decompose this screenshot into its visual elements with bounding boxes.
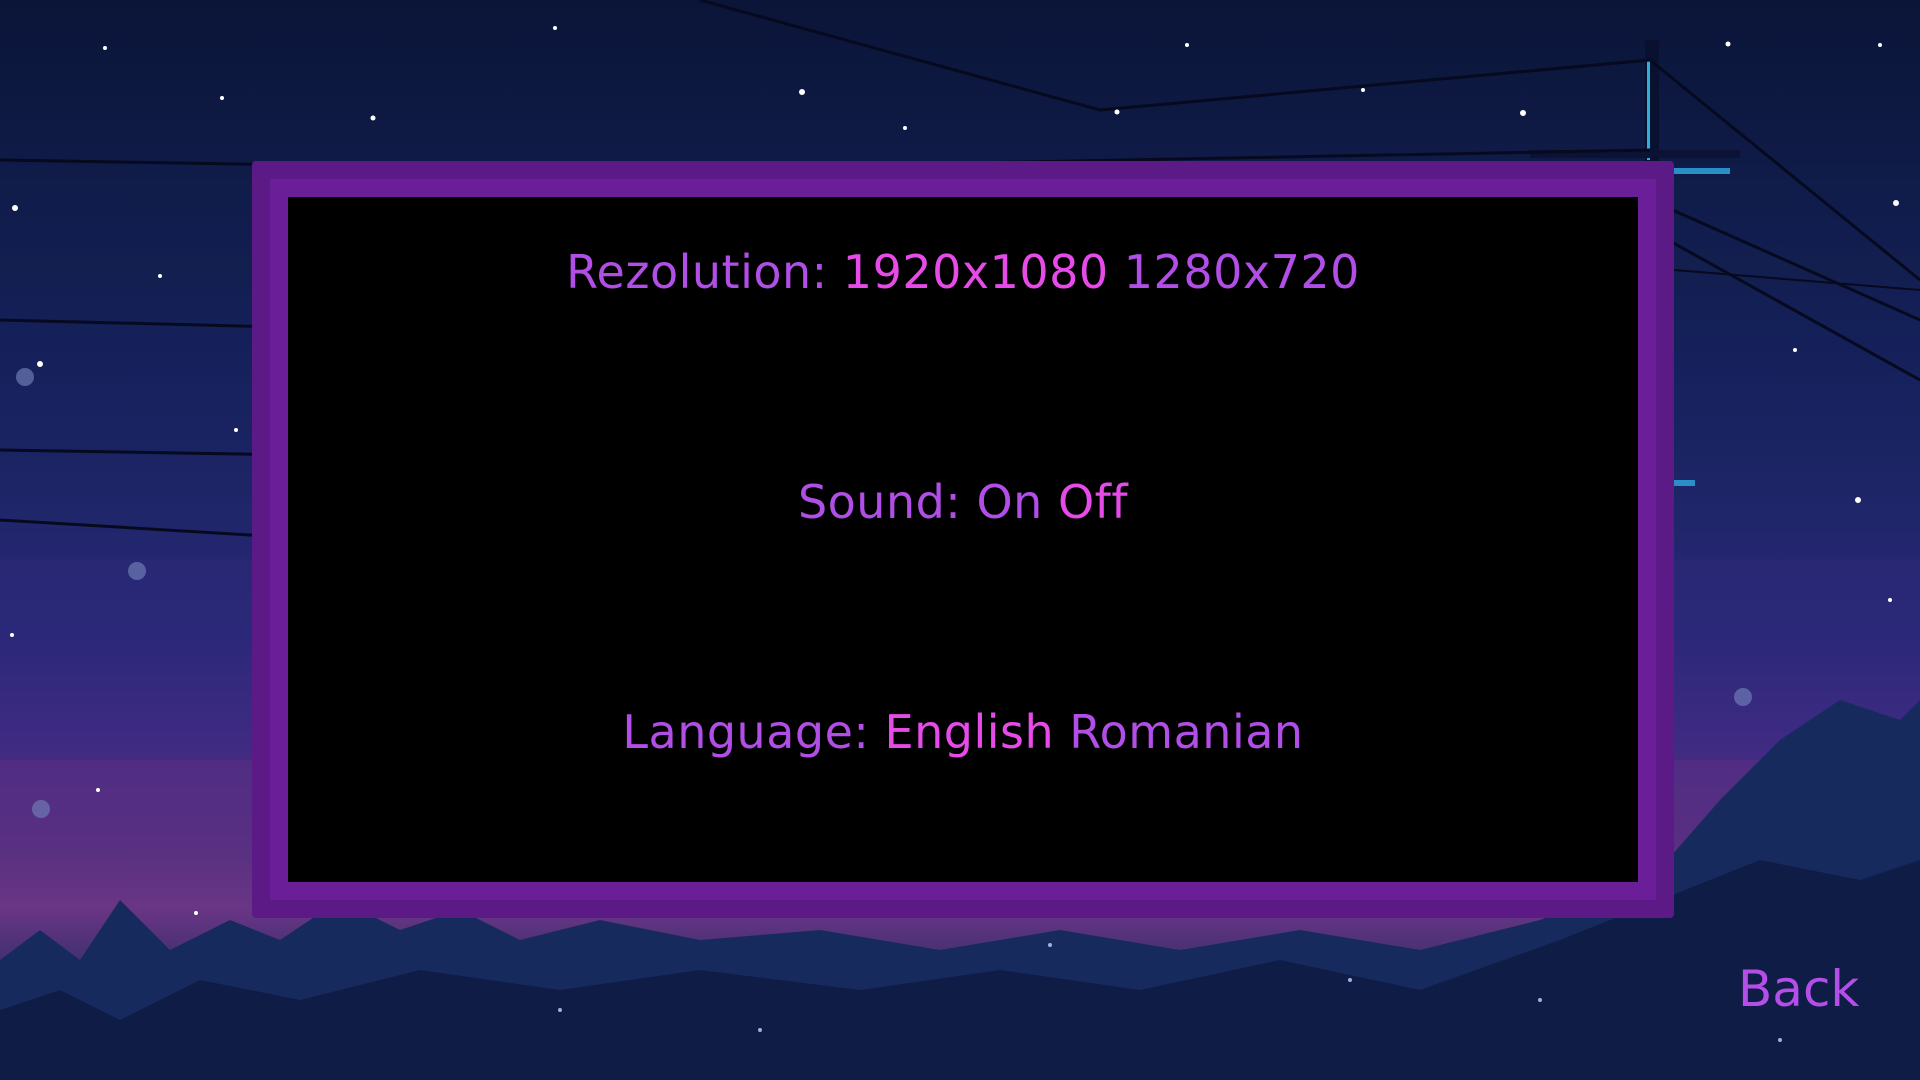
orb: [1734, 688, 1752, 706]
sparkle: [558, 1008, 562, 1012]
sound-label: Sound:: [797, 475, 962, 529]
star: [1793, 348, 1797, 352]
settings-panel-frame: Rezolution: 1920x1080 1280x720 Sound: On…: [270, 179, 1656, 900]
resolution-setting-row: Rezolution: 1920x1080 1280x720: [288, 245, 1638, 299]
sound-setting-row: Sound: On Off: [288, 475, 1638, 529]
resolution-option-1280x720[interactable]: 1280x720: [1124, 245, 1360, 299]
star: [1893, 200, 1899, 206]
star: [903, 126, 907, 130]
settings-panel: Rezolution: 1920x1080 1280x720 Sound: On…: [252, 161, 1674, 918]
star: [1878, 43, 1882, 47]
power-line: [699, 0, 1651, 112]
star: [553, 26, 557, 30]
settings-screen: Rezolution: 1920x1080 1280x720 Sound: On…: [0, 0, 1920, 1080]
language-label: Language:: [622, 705, 870, 759]
star: [370, 115, 376, 121]
star: [1114, 109, 1120, 115]
sparkle: [758, 1028, 762, 1032]
sound-option-on[interactable]: On: [976, 475, 1042, 529]
language-option-english[interactable]: English: [885, 705, 1055, 759]
resolution-label: Rezolution:: [566, 245, 828, 299]
orb: [128, 562, 146, 580]
language-option-romanian[interactable]: Romanian: [1069, 705, 1303, 759]
orb: [32, 800, 50, 818]
star: [12, 205, 18, 211]
language-setting-row: Language: English Romanian: [288, 705, 1638, 759]
star: [220, 96, 224, 100]
settings-panel-content: Rezolution: 1920x1080 1280x720 Sound: On…: [288, 197, 1638, 882]
power-pole-highlight: [1647, 60, 1650, 160]
star: [10, 633, 14, 637]
star: [1888, 598, 1892, 602]
star: [799, 89, 805, 95]
orb: [16, 368, 34, 386]
star: [158, 274, 162, 278]
star: [96, 788, 100, 792]
sparkle: [1538, 998, 1542, 1002]
star: [1185, 43, 1189, 47]
sparkle: [1348, 978, 1352, 982]
star: [234, 428, 238, 432]
star: [194, 911, 198, 915]
star: [1520, 110, 1526, 116]
pole-crossbar: [1670, 168, 1730, 174]
star: [1855, 497, 1861, 503]
resolution-option-1920x1080[interactable]: 1920x1080: [843, 245, 1109, 299]
star: [1361, 88, 1365, 92]
back-button[interactable]: Back: [1738, 960, 1859, 1018]
sparkle: [1778, 1038, 1782, 1042]
star: [1725, 41, 1731, 47]
star: [103, 46, 107, 50]
star: [37, 361, 43, 367]
sound-option-off[interactable]: Off: [1058, 475, 1128, 529]
sparkle: [1048, 943, 1052, 947]
